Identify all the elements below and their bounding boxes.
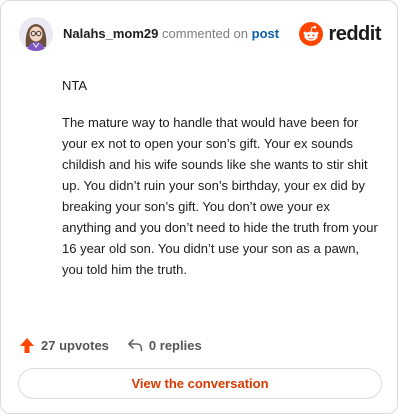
comment-card: Nalahs_mom29 commented on post reddit NT…	[0, 0, 398, 414]
reply-arrow-icon	[128, 339, 143, 352]
replies-button[interactable]: 0 replies	[127, 338, 202, 353]
post-link[interactable]: post	[252, 26, 279, 41]
avatar[interactable]	[19, 17, 53, 51]
byline: Nalahs_mom29 commented on post	[63, 26, 279, 42]
reddit-snoo-icon	[299, 22, 324, 46]
byline-action-text: commented on	[162, 26, 249, 41]
view-conversation-button[interactable]: View the conversation	[18, 368, 382, 399]
replies-count: 0 replies	[148, 337, 202, 353]
comment-paragraph: The mature way to handle that would have…	[62, 115, 378, 277]
username-link[interactable]: Nalahs_mom29	[63, 26, 158, 41]
comment-header: Nalahs_mom29 commented on post reddit	[19, 17, 381, 51]
upvotes-count: 27 upvotes	[41, 337, 109, 353]
avatar-illustration	[19, 17, 53, 51]
comment-body: NTA The mature way to handle that would …	[62, 75, 380, 296]
comment-paragraph: NTA	[62, 78, 88, 93]
upvote-button[interactable]: 27 upvotes	[19, 337, 109, 354]
reddit-logo[interactable]: reddit	[299, 21, 381, 47]
upvote-arrow-icon	[20, 337, 34, 353]
comment-actions: 27 upvotes 0 replies	[19, 334, 220, 356]
reddit-wordmark: reddit	[328, 22, 381, 45]
